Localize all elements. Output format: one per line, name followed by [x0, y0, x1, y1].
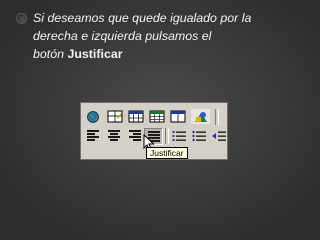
align-right-icon[interactable]	[125, 128, 144, 143]
border-table-icon[interactable]	[105, 109, 124, 124]
slide-bullet	[16, 13, 27, 24]
slide-text: Si deseamos que quede igualado por la de…	[33, 9, 308, 63]
text-line-3-prefix: botón	[33, 47, 68, 61]
text-justificar-bold: Justificar	[67, 47, 123, 61]
drawing-icon[interactable]	[191, 109, 210, 124]
globe-icon[interactable]	[84, 109, 103, 124]
align-left-icon[interactable]	[83, 128, 102, 143]
toolbar-row-1	[81, 107, 227, 127]
insert-table-icon[interactable]	[126, 109, 145, 124]
text-line-1: Si deseamos que quede igualado por la	[33, 11, 252, 25]
toolbar-separator	[215, 109, 219, 125]
insert-excel-icon[interactable]	[147, 109, 166, 124]
toolbar-screenshot: Justificar	[81, 103, 227, 159]
text-line-2: derecha e izquierda pulsamos el	[33, 29, 212, 43]
decrease-indent-icon[interactable]	[209, 128, 227, 143]
justificar-tooltip: Justificar	[146, 147, 188, 159]
columns-icon[interactable]	[168, 109, 187, 124]
numbering-icon[interactable]	[169, 128, 188, 143]
bullets-icon[interactable]	[189, 128, 208, 143]
align-center-icon[interactable]	[104, 128, 123, 143]
